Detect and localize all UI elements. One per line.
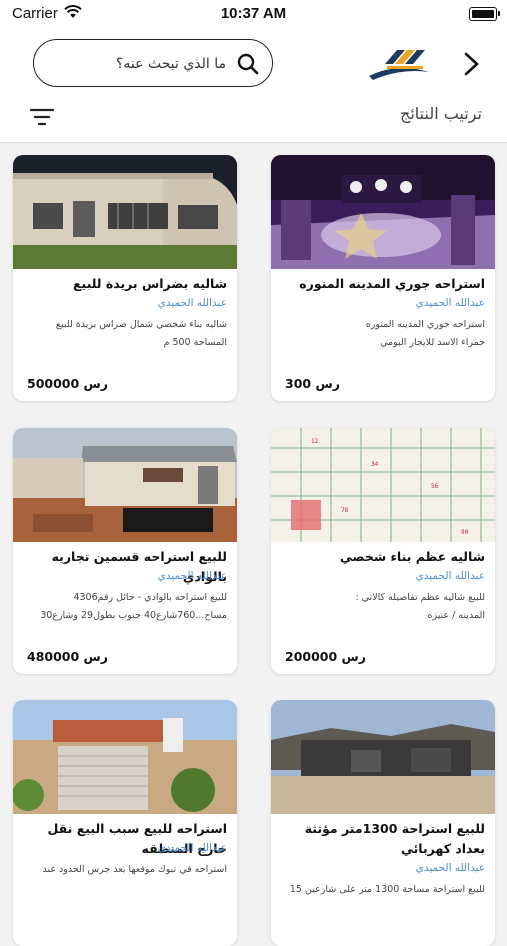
currency-label: رس — [341, 649, 366, 664]
listing-card[interactable]: للبيع استراحة 1300متر مؤثثة بعداد كهربائ… — [271, 700, 495, 946]
svg-text:34: 34 — [371, 461, 379, 468]
price-value: 300 — [285, 376, 312, 391]
listing-title: شاليه عظم بناء شخصي — [339, 549, 485, 564]
currency-label: رس — [83, 376, 108, 391]
svg-text:90: 90 — [461, 529, 469, 536]
search-icon[interactable] — [236, 52, 260, 76]
listing-author[interactable]: عبدالله الحميدي — [279, 297, 485, 309]
clock: 10:37 AM — [220, 5, 287, 22]
search-input[interactable] — [54, 50, 228, 78]
listing-author[interactable]: عبدالله الحميدي — [21, 570, 227, 582]
listing-price: 300 رس — [285, 376, 340, 391]
listing-description: للبيع استراحة مساحة 1300 متر على شارعين … — [289, 884, 485, 895]
listing-author[interactable]: عبدالله الحميدي — [21, 842, 227, 854]
listing-title: استراحه جوري المدينه المنوره — [299, 276, 485, 291]
svg-text:12: 12 — [311, 438, 319, 445]
filter-icon[interactable] — [30, 108, 54, 126]
status-bar: Carrier 10:37 AM — [0, 0, 507, 30]
listing-image — [271, 700, 495, 814]
price-value: 500000 — [27, 376, 80, 391]
listing-author[interactable]: عبدالله الحميدي — [279, 862, 485, 874]
battery-icon — [469, 7, 500, 21]
listing-image: 12 34 56 78 90 — [271, 428, 495, 542]
currency-label: رس — [83, 649, 108, 664]
listing-title: شاليه بضراس بريدة للبيع — [72, 276, 227, 291]
listing-card[interactable]: استراحه للبيع سبب البيع نقل خارج المنطقه… — [13, 700, 237, 946]
header: ترتيب النتائج — [0, 30, 507, 143]
listing-author[interactable]: عبدالله الحميدي — [21, 297, 227, 309]
listing-description: شاليه بناء شخصي شمال ضراس بريدة للبيع ال… — [55, 319, 227, 348]
listing-author[interactable]: عبدالله الحميدي — [279, 570, 485, 582]
listing-description: للبيع استراحه بالوادي - حائل رقم4306 مسا… — [40, 592, 227, 629]
listing-card[interactable]: للبيع استراحه قسمين تجاريه بالوادي عبدال… — [13, 428, 237, 674]
listing-image — [271, 155, 495, 269]
chevron-right-icon[interactable] — [460, 50, 484, 78]
svg-text:78: 78 — [341, 507, 349, 514]
sort-results-button[interactable]: ترتيب النتائج — [400, 104, 482, 123]
listing-description: استراحه جوري المدينه المنوره حمراء الاسد… — [365, 319, 485, 348]
listing-card[interactable]: شاليه بضراس بريدة للبيع عبدالله الحميدي … — [13, 155, 237, 401]
currency-label: رس — [315, 376, 340, 391]
listing-image — [13, 428, 237, 542]
listing-image — [13, 700, 237, 814]
listing-card[interactable]: 12 34 56 78 90 شاليه عظم بناء شخصي عبدالله … — [271, 428, 495, 674]
listing-description: للبيع شاليه عظم تفاصيله كالاتي : المدينه… — [355, 592, 485, 621]
listing-image — [13, 155, 237, 269]
price-value: 200000 — [285, 649, 338, 664]
listing-description: استراحه في تبوك موقعها بعد جرس الحدود عن… — [42, 864, 227, 875]
price-value: 480000 — [27, 649, 80, 664]
listing-price: 500000 رس — [27, 376, 108, 391]
listing-title: للبيع استراحة 1300متر مؤثثة بعداد كهربائ… — [304, 821, 485, 856]
listing-card[interactable]: استراحه جوري المدينه المنوره عبدالله الح… — [271, 155, 495, 401]
svg-text:56: 56 — [431, 483, 439, 490]
listing-price: 200000 رس — [285, 649, 366, 664]
search-bar[interactable] — [33, 39, 273, 87]
listing-price: 480000 رس — [27, 649, 108, 664]
app-logo — [369, 50, 429, 80]
